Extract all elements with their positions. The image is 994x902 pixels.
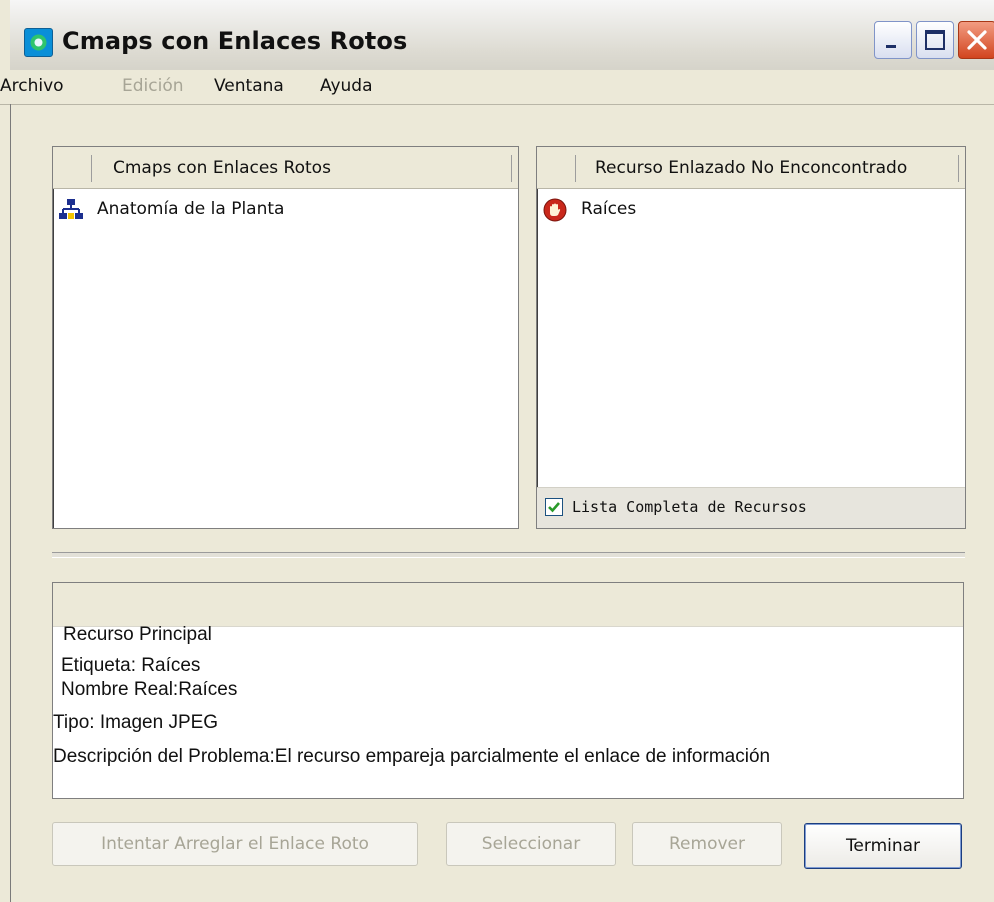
cmap-app-icon — [24, 28, 53, 57]
menu-archivo[interactable]: Archivo — [0, 76, 64, 96]
menu-ventana[interactable]: Ventana — [214, 76, 284, 96]
menu-edicion[interactable]: Edición — [122, 76, 184, 96]
split-divider[interactable] — [52, 552, 965, 558]
minimize-icon — [886, 45, 896, 48]
full-resource-list-label[interactable]: Lista Completa de Recursos — [572, 498, 807, 516]
finish-button[interactable]: Terminar — [804, 823, 962, 869]
label-field: Etiqueta: Raíces — [61, 655, 201, 676]
table-row[interactable]: Raíces — [537, 193, 965, 227]
maximize-button[interactable] — [916, 21, 954, 59]
problem-description: Descripción del Problema:El recurso empa… — [53, 746, 771, 767]
select-button[interactable]: Seleccionar — [446, 822, 616, 866]
stop-hand-icon — [543, 198, 567, 222]
column-separator — [958, 155, 959, 182]
details-header-bar — [53, 583, 963, 627]
missing-resources-header[interactable]: Recurso Enlazado No Enconcontrado — [537, 147, 965, 189]
missing-resources-table[interactable]: Recurso Enlazado No Enconcontrado Raíces… — [536, 146, 966, 529]
window-frame-border — [10, 104, 11, 902]
column-separator — [575, 155, 576, 182]
broken-cmaps-header[interactable]: Cmaps con Enlaces Rotos — [53, 147, 518, 189]
close-button[interactable] — [958, 21, 994, 59]
resource-details-panel: Recurso Principal Etiqueta: Raíces Nombr… — [52, 582, 964, 799]
menu-ayuda[interactable]: Ayuda — [320, 76, 373, 96]
type-field: Tipo: Imagen JPEG — [53, 712, 219, 733]
full-resource-list-checkbox[interactable] — [545, 498, 563, 516]
checkmark-icon — [548, 502, 560, 513]
fix-broken-link-button[interactable]: Intentar Arreglar el Enlace Roto — [52, 822, 418, 866]
minimize-button[interactable] — [874, 21, 912, 59]
resource-list-footer: Lista Completa de Recursos — [537, 487, 965, 528]
remove-button[interactable]: Remover — [632, 822, 782, 866]
resource-name: Raíces — [581, 199, 637, 219]
column-separator — [91, 155, 92, 182]
menu-bar: Archivo Edición Ventana Ayuda — [0, 70, 994, 105]
missing-resources-column-title: Recurso Enlazado No Enconcontrado — [595, 158, 908, 178]
table-row[interactable]: Anatomía de la Planta — [53, 193, 518, 227]
window-title: Cmaps con Enlaces Rotos — [62, 27, 408, 55]
real-name-field: Nombre Real:Raíces — [61, 679, 238, 700]
broken-cmaps-column-title: Cmaps con Enlaces Rotos — [113, 158, 331, 178]
close-icon — [967, 30, 987, 50]
maximize-icon — [925, 30, 945, 50]
broken-cmaps-table[interactable]: Cmaps con Enlaces Rotos Anatomía de la P… — [52, 146, 519, 529]
cmap-icon — [59, 199, 83, 219]
dialog-window: Cmaps con Enlaces Rotos Archivo Edición … — [0, 0, 994, 902]
cmap-name: Anatomía de la Planta — [97, 199, 285, 219]
column-separator — [511, 155, 512, 182]
main-resource-label: Recurso Principal — [63, 624, 212, 645]
